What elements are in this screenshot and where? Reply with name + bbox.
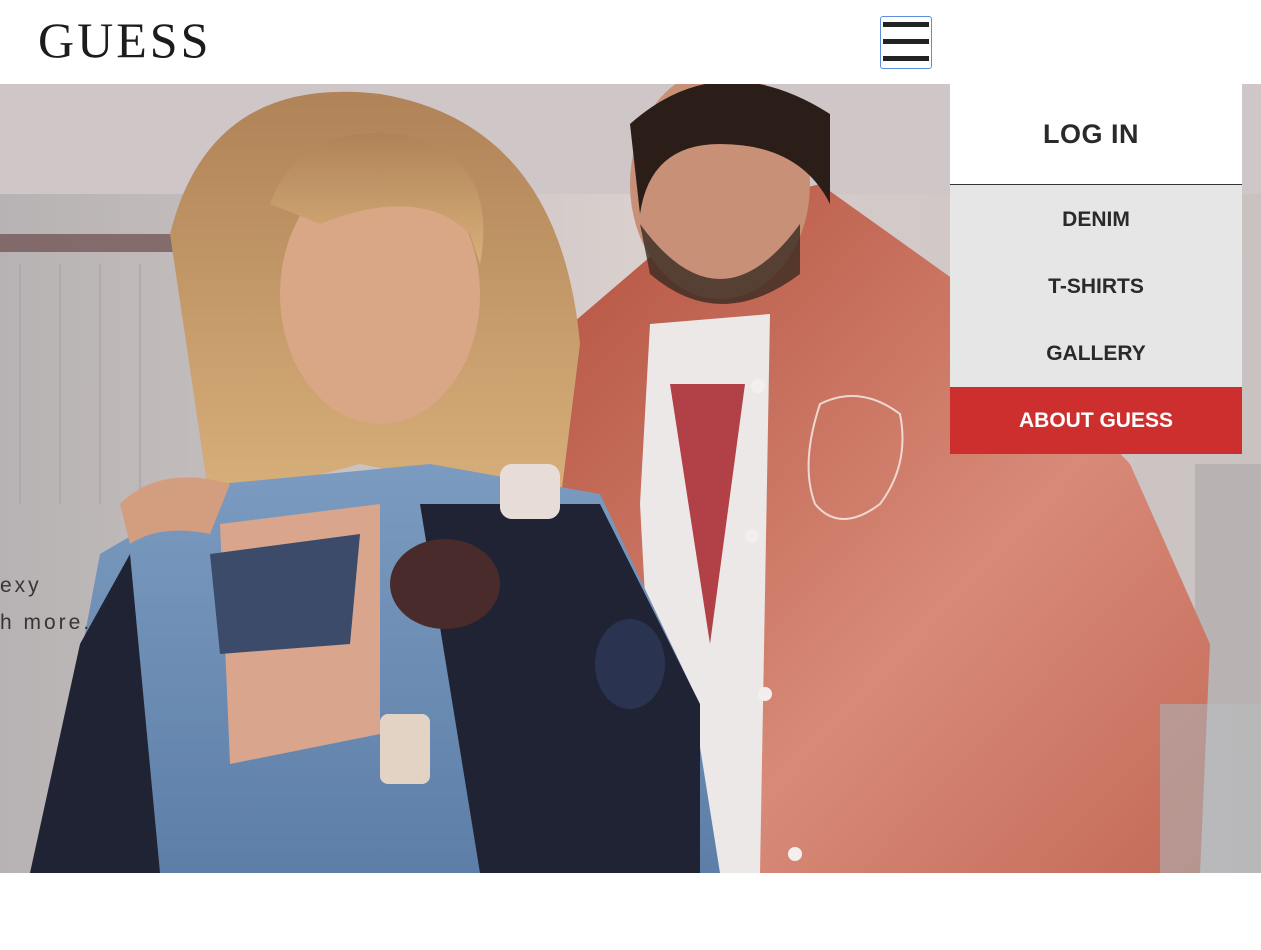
hamburger-bar xyxy=(883,56,929,61)
guess-logo[interactable]: GUESS xyxy=(38,12,211,68)
hero-tagline-line-1: exy xyxy=(0,574,42,597)
hamburger-bar xyxy=(883,39,929,44)
menu-list: DENIM T-SHIRTS GALLERY xyxy=(950,185,1242,387)
dropdown-menu: LOG IN DENIM T-SHIRTS GALLERY ABOUT GUES… xyxy=(950,84,1242,454)
menu-item-denim[interactable]: DENIM xyxy=(950,186,1242,253)
menu-item-about-guess[interactable]: ABOUT GUESS xyxy=(950,387,1242,454)
hamburger-menu-button[interactable] xyxy=(880,16,932,69)
menu-item-gallery[interactable]: GALLERY xyxy=(950,320,1242,387)
menu-item-t-shirts[interactable]: T-SHIRTS xyxy=(950,253,1242,320)
site-header: GUESS xyxy=(0,0,1261,84)
hamburger-menu-icon xyxy=(883,22,929,27)
hero-tagline-line-2: h more. xyxy=(0,611,93,634)
login-link[interactable]: LOG IN xyxy=(950,84,1242,185)
